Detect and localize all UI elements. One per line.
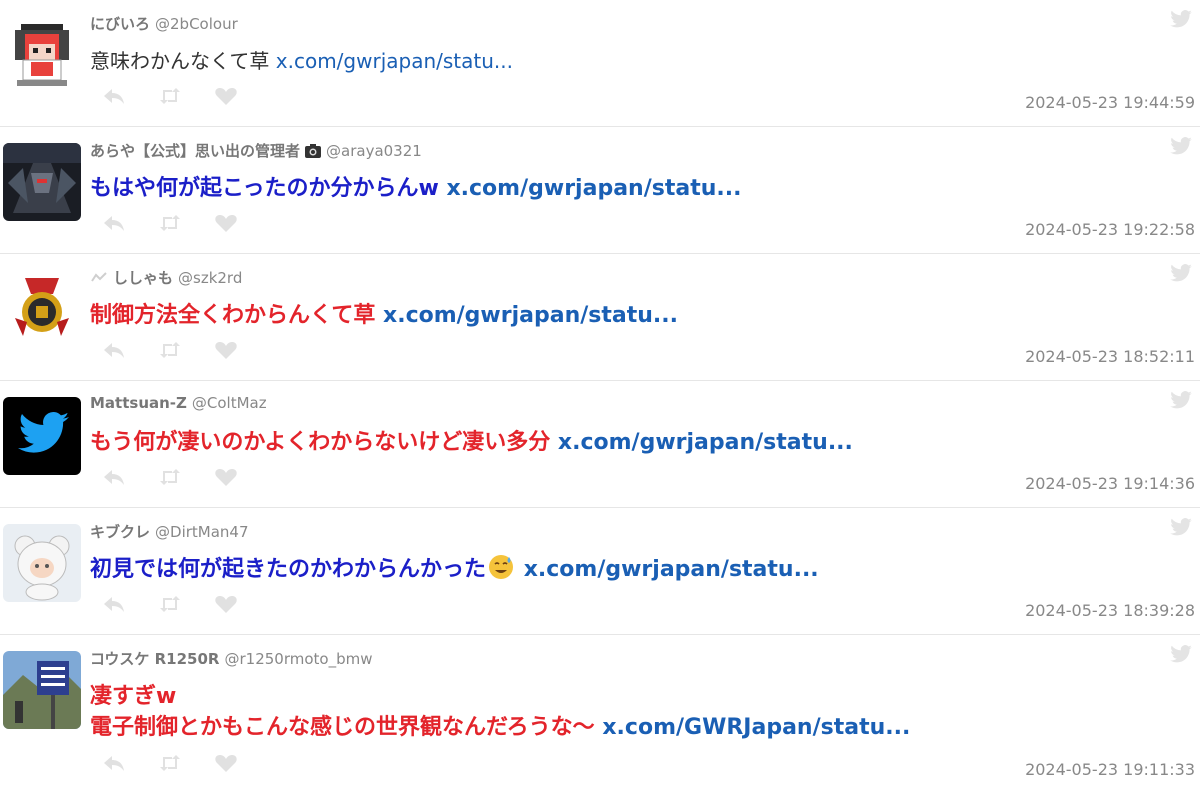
retweet-icon[interactable] xyxy=(158,213,182,233)
like-icon[interactable] xyxy=(214,213,238,233)
reply-icon[interactable] xyxy=(102,594,126,614)
author-handle[interactable]: @ColtMaz xyxy=(192,394,267,412)
reply-icon[interactable] xyxy=(102,467,126,487)
like-icon[interactable] xyxy=(214,86,238,106)
reply-icon[interactable] xyxy=(102,340,126,360)
verified-mark-icon xyxy=(90,271,108,285)
reply-icon[interactable] xyxy=(102,753,126,773)
tweet-item: にびいろ @2bColour 意味わかんなくて草 x.com/gwrjapan/… xyxy=(0,0,1200,127)
tweet-text: もはや何が起こったのか分からんw x.com/gwrjapan/statu... xyxy=(90,173,1140,204)
sweat-smile-emoji-icon xyxy=(488,554,514,580)
author-name[interactable]: キブクレ xyxy=(90,521,150,542)
author-handle[interactable]: @DirtMan47 xyxy=(155,523,249,541)
tweet-actions xyxy=(102,213,238,233)
tweet-feed: にびいろ @2bColour 意味わかんなくて草 x.com/gwrjapan/… xyxy=(0,0,1200,793)
bird-logo-icon[interactable] xyxy=(1170,391,1192,409)
bird-logo-icon[interactable] xyxy=(1170,137,1192,155)
tweet-text: 凄すぎw 電子制御とかもこんな感じの世界観なんだろうな〜 x.com/GWRJa… xyxy=(90,681,1140,743)
avatar[interactable] xyxy=(3,270,81,348)
tweet-item: ししゃも @szk2rd 制御方法全くわからんくて草 x.com/gwrjapa… xyxy=(0,254,1200,381)
reply-icon[interactable] xyxy=(102,213,126,233)
author-name[interactable]: Mattsuan-Z xyxy=(90,394,187,412)
bird-logo-icon[interactable] xyxy=(1170,10,1192,28)
tweet-text: もう何が凄いのかよくわからないけど凄い多分 x.com/gwrjapan/sta… xyxy=(90,427,1140,458)
author-handle[interactable]: @araya0321 xyxy=(326,142,422,160)
author-name[interactable]: ししゃも xyxy=(113,267,173,288)
author-name[interactable]: あらや【公式】思い出の管理者 xyxy=(90,140,300,161)
avatar[interactable] xyxy=(3,651,81,729)
avatar[interactable] xyxy=(3,524,81,602)
tweet-timestamp[interactable]: 2024-05-23 18:39:28 xyxy=(1025,601,1195,620)
tweet-actions xyxy=(102,467,238,487)
avatar[interactable] xyxy=(3,397,81,475)
tweet-timestamp[interactable]: 2024-05-23 19:22:58 xyxy=(1025,220,1195,239)
tweet-text-line: 制御方法全くわからんくて草 xyxy=(90,303,376,328)
tweet-header: あらや【公式】思い出の管理者 @araya0321 xyxy=(90,140,422,161)
tweet-text: 意味わかんなくて草 x.com/gwrjapan/statu... xyxy=(90,46,1140,77)
like-icon[interactable] xyxy=(214,594,238,614)
tweet-actions xyxy=(102,340,238,360)
tweet-item: Mattsuan-Z @ColtMaz もう何が凄いのかよくわからないけど凄い多… xyxy=(0,381,1200,508)
tweet-header: コウスケ R1250R @r1250rmoto_bmw xyxy=(90,648,372,669)
tweet-link[interactable]: x.com/gwrjapan/statu... xyxy=(276,49,513,73)
tweet-text-line: 電子制御とかもこんな感じの世界観なんだろうな〜 xyxy=(90,715,595,740)
tweet-text: 初見では何が起きたのかわからんかった x.com/gwrjapan/statu.… xyxy=(90,554,1140,585)
tweet-timestamp[interactable]: 2024-05-23 19:11:33 xyxy=(1025,760,1195,779)
tweet-header: にびいろ @2bColour xyxy=(90,13,238,34)
author-name[interactable]: にびいろ xyxy=(90,13,150,34)
bird-logo-icon[interactable] xyxy=(1170,645,1192,663)
tweet-link[interactable]: x.com/gwrjapan/statu... xyxy=(558,430,853,455)
tweet-link[interactable]: x.com/gwrjapan/statu... xyxy=(524,557,819,582)
tweet-text-line: もはや何が起こったのか分からんw xyxy=(90,176,439,201)
retweet-icon[interactable] xyxy=(158,594,182,614)
tweet-header: ししゃも @szk2rd xyxy=(90,267,242,288)
author-name[interactable]: コウスケ R1250R xyxy=(90,648,219,669)
retweet-icon[interactable] xyxy=(158,86,182,106)
tweet-timestamp[interactable]: 2024-05-23 19:44:59 xyxy=(1025,93,1195,112)
tweet-text-line: 意味わかんなくて草 xyxy=(90,49,270,73)
reply-icon[interactable] xyxy=(102,86,126,106)
tweet-timestamp[interactable]: 2024-05-23 18:52:11 xyxy=(1025,347,1195,366)
tweet-header: キブクレ @DirtMan47 xyxy=(90,521,249,542)
tweet-actions xyxy=(102,86,238,106)
author-handle[interactable]: @r1250rmoto_bmw xyxy=(224,650,372,668)
tweet-link[interactable]: x.com/gwrjapan/statu... xyxy=(383,303,678,328)
like-icon[interactable] xyxy=(214,467,238,487)
tweet-text-line: もう何が凄いのかよくわからないけど凄い多分 xyxy=(90,430,551,455)
tweet-timestamp[interactable]: 2024-05-23 19:14:36 xyxy=(1025,474,1195,493)
camera-icon xyxy=(305,143,322,158)
tweet-item: コウスケ R1250R @r1250rmoto_bmw 凄すぎw 電子制御とかも… xyxy=(0,635,1200,793)
tweet-text-line: 凄すぎw xyxy=(90,684,177,709)
tweet-item: あらや【公式】思い出の管理者 @araya0321 もはや何が起こったのか分から… xyxy=(0,127,1200,254)
retweet-icon[interactable] xyxy=(158,467,182,487)
tweet-link[interactable]: x.com/gwrjapan/statu... xyxy=(446,176,741,201)
tweet-item: キブクレ @DirtMan47 初見では何が起きたのかわからんかった x.com… xyxy=(0,508,1200,635)
like-icon[interactable] xyxy=(214,340,238,360)
tweet-header: Mattsuan-Z @ColtMaz xyxy=(90,394,267,412)
author-handle[interactable]: @2bColour xyxy=(155,15,238,33)
retweet-icon[interactable] xyxy=(158,753,182,773)
tweet-actions xyxy=(102,753,238,773)
retweet-icon[interactable] xyxy=(158,340,182,360)
bird-logo-icon[interactable] xyxy=(1170,264,1192,282)
avatar[interactable] xyxy=(3,143,81,221)
tweet-text-line: 初見では何が起きたのかわからんかった xyxy=(90,557,487,582)
tweet-actions xyxy=(102,594,238,614)
avatar[interactable] xyxy=(3,16,81,94)
like-icon[interactable] xyxy=(214,753,238,773)
tweet-text: 制御方法全くわからんくて草 x.com/gwrjapan/statu... xyxy=(90,300,1140,331)
tweet-link[interactable]: x.com/GWRJapan/statu... xyxy=(602,715,910,740)
bird-logo-icon[interactable] xyxy=(1170,518,1192,536)
author-handle[interactable]: @szk2rd xyxy=(178,269,242,287)
